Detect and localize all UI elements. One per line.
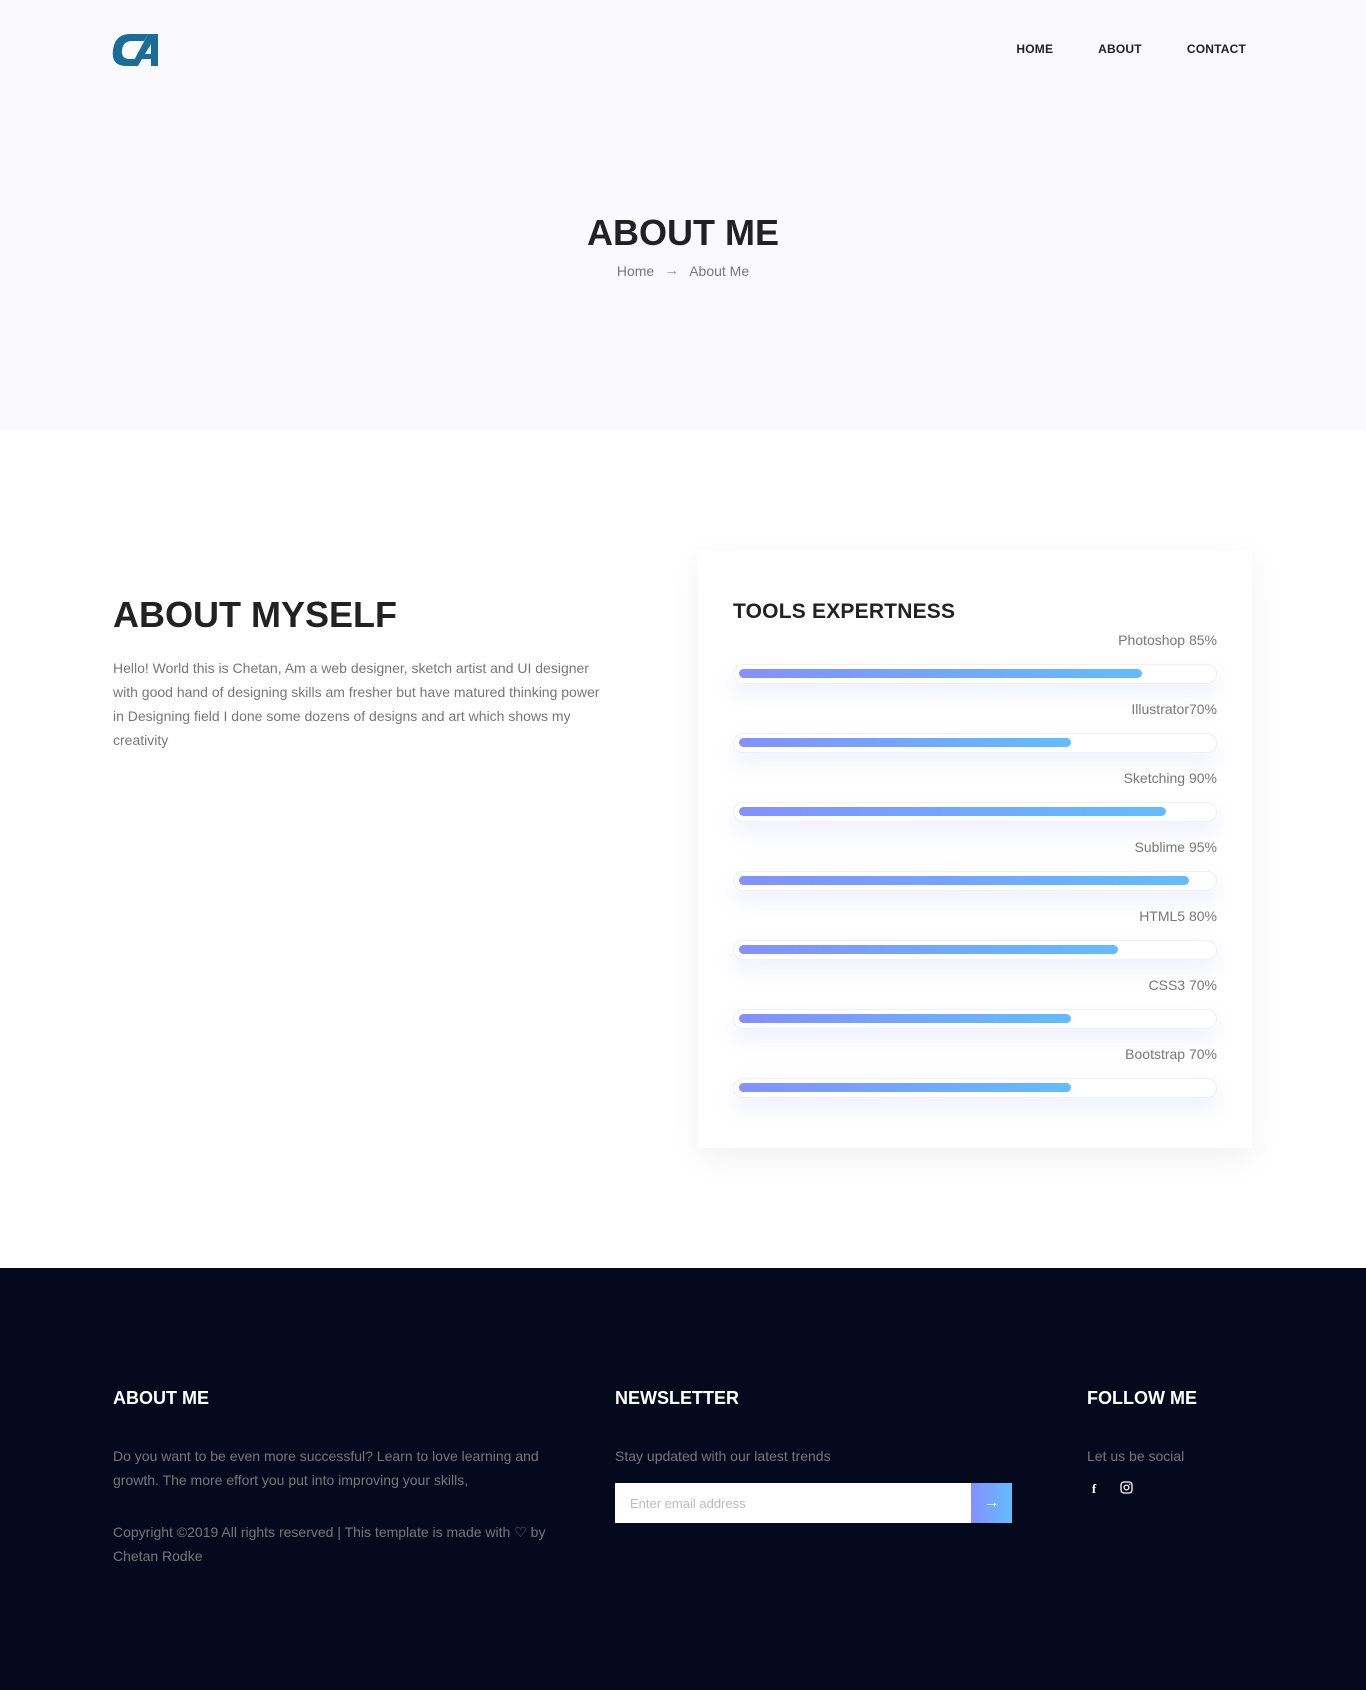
skill-item: Sublime 95% xyxy=(733,839,1217,903)
skill-item: Photoshop 85% xyxy=(733,632,1217,696)
skill-label: Sketching 90% xyxy=(1123,770,1217,786)
breadcrumb-home[interactable]: Home xyxy=(617,263,654,279)
skill-label: Bootstrap 70% xyxy=(1125,1046,1217,1062)
footer-about-title: ABOUT ME xyxy=(113,1388,209,1408)
breadcrumb: Home → About Me xyxy=(0,262,1366,279)
skill-track xyxy=(733,871,1217,891)
skill-fill xyxy=(739,1083,1071,1092)
copyright-text: Copyright ©2019 All rights reserved | Th… xyxy=(113,1524,511,1540)
copyright: Copyright ©2019 All rights reserved | Th… xyxy=(113,1520,563,1568)
page-title: ABOUT ME xyxy=(587,212,779,253)
instagram-icon[interactable] xyxy=(1119,1481,1133,1497)
skill-item: HTML5 80% xyxy=(733,908,1217,972)
hero-section: HOME ABOUT CONTACT ABOUT ME Home → About… xyxy=(0,0,1366,430)
skill-fill xyxy=(739,738,1071,747)
footer-about-text: Do you want to be even more successful? … xyxy=(113,1448,539,1488)
skill-item: Illustrator70% xyxy=(733,701,1217,765)
skill-label: Illustrator70% xyxy=(1131,701,1217,717)
newsletter-title: NEWSLETTER xyxy=(615,1388,739,1408)
email-input[interactable] xyxy=(615,1483,971,1523)
nav-home[interactable]: HOME xyxy=(1016,42,1053,56)
nav-contact[interactable]: CONTACT xyxy=(1187,42,1246,56)
skill-item: Bootstrap 70% xyxy=(733,1046,1217,1110)
about-title: ABOUT MYSELF xyxy=(113,594,397,635)
follow-title: FOLLOW ME xyxy=(1087,1388,1197,1408)
footer: ABOUT ME Do you want to be even more suc… xyxy=(0,1268,1366,1690)
social-links: f xyxy=(1087,1481,1133,1497)
skill-item: CSS3 70% xyxy=(733,977,1217,1041)
newsletter-form: → xyxy=(615,1483,1012,1523)
main-nav: HOME ABOUT CONTACT xyxy=(971,42,1246,56)
about-text: Hello! World this is Chetan, Am a web de… xyxy=(113,660,600,748)
skill-label: Photoshop 85% xyxy=(1118,632,1217,648)
facebook-icon[interactable]: f xyxy=(1087,1481,1101,1497)
skill-fill xyxy=(739,669,1142,678)
skill-track xyxy=(733,664,1217,684)
tools-title: TOOLS EXPERTNESS xyxy=(733,600,956,623)
tools-card: TOOLS EXPERTNESS Photoshop 85% Illustrat… xyxy=(698,550,1252,1148)
skill-fill xyxy=(739,945,1118,954)
skill-label: HTML5 80% xyxy=(1139,908,1217,924)
skill-track xyxy=(733,733,1217,753)
skill-track xyxy=(733,940,1217,960)
skill-track xyxy=(733,802,1217,822)
skill-label: Sublime 95% xyxy=(1134,839,1218,855)
skill-track xyxy=(733,1078,1217,1098)
skill-label: CSS3 70% xyxy=(1148,977,1217,993)
nav-about[interactable]: ABOUT xyxy=(1098,42,1142,56)
skill-track xyxy=(733,1009,1217,1029)
follow-text: Let us be social xyxy=(1087,1448,1185,1464)
arrow-right-icon: → xyxy=(983,1494,1000,1511)
subscribe-button[interactable]: → xyxy=(971,1483,1012,1523)
arrow-right-icon: → xyxy=(664,262,680,279)
skill-item: Sketching 90% xyxy=(733,770,1217,834)
breadcrumb-current[interactable]: About Me xyxy=(689,263,749,279)
newsletter-text: Stay updated with our latest trends xyxy=(615,1448,831,1464)
skill-fill xyxy=(739,1014,1071,1023)
skill-fill xyxy=(739,876,1189,885)
skill-fill xyxy=(739,807,1166,816)
logo-icon[interactable] xyxy=(108,30,162,70)
heart-icon: ♡ xyxy=(514,1524,527,1540)
